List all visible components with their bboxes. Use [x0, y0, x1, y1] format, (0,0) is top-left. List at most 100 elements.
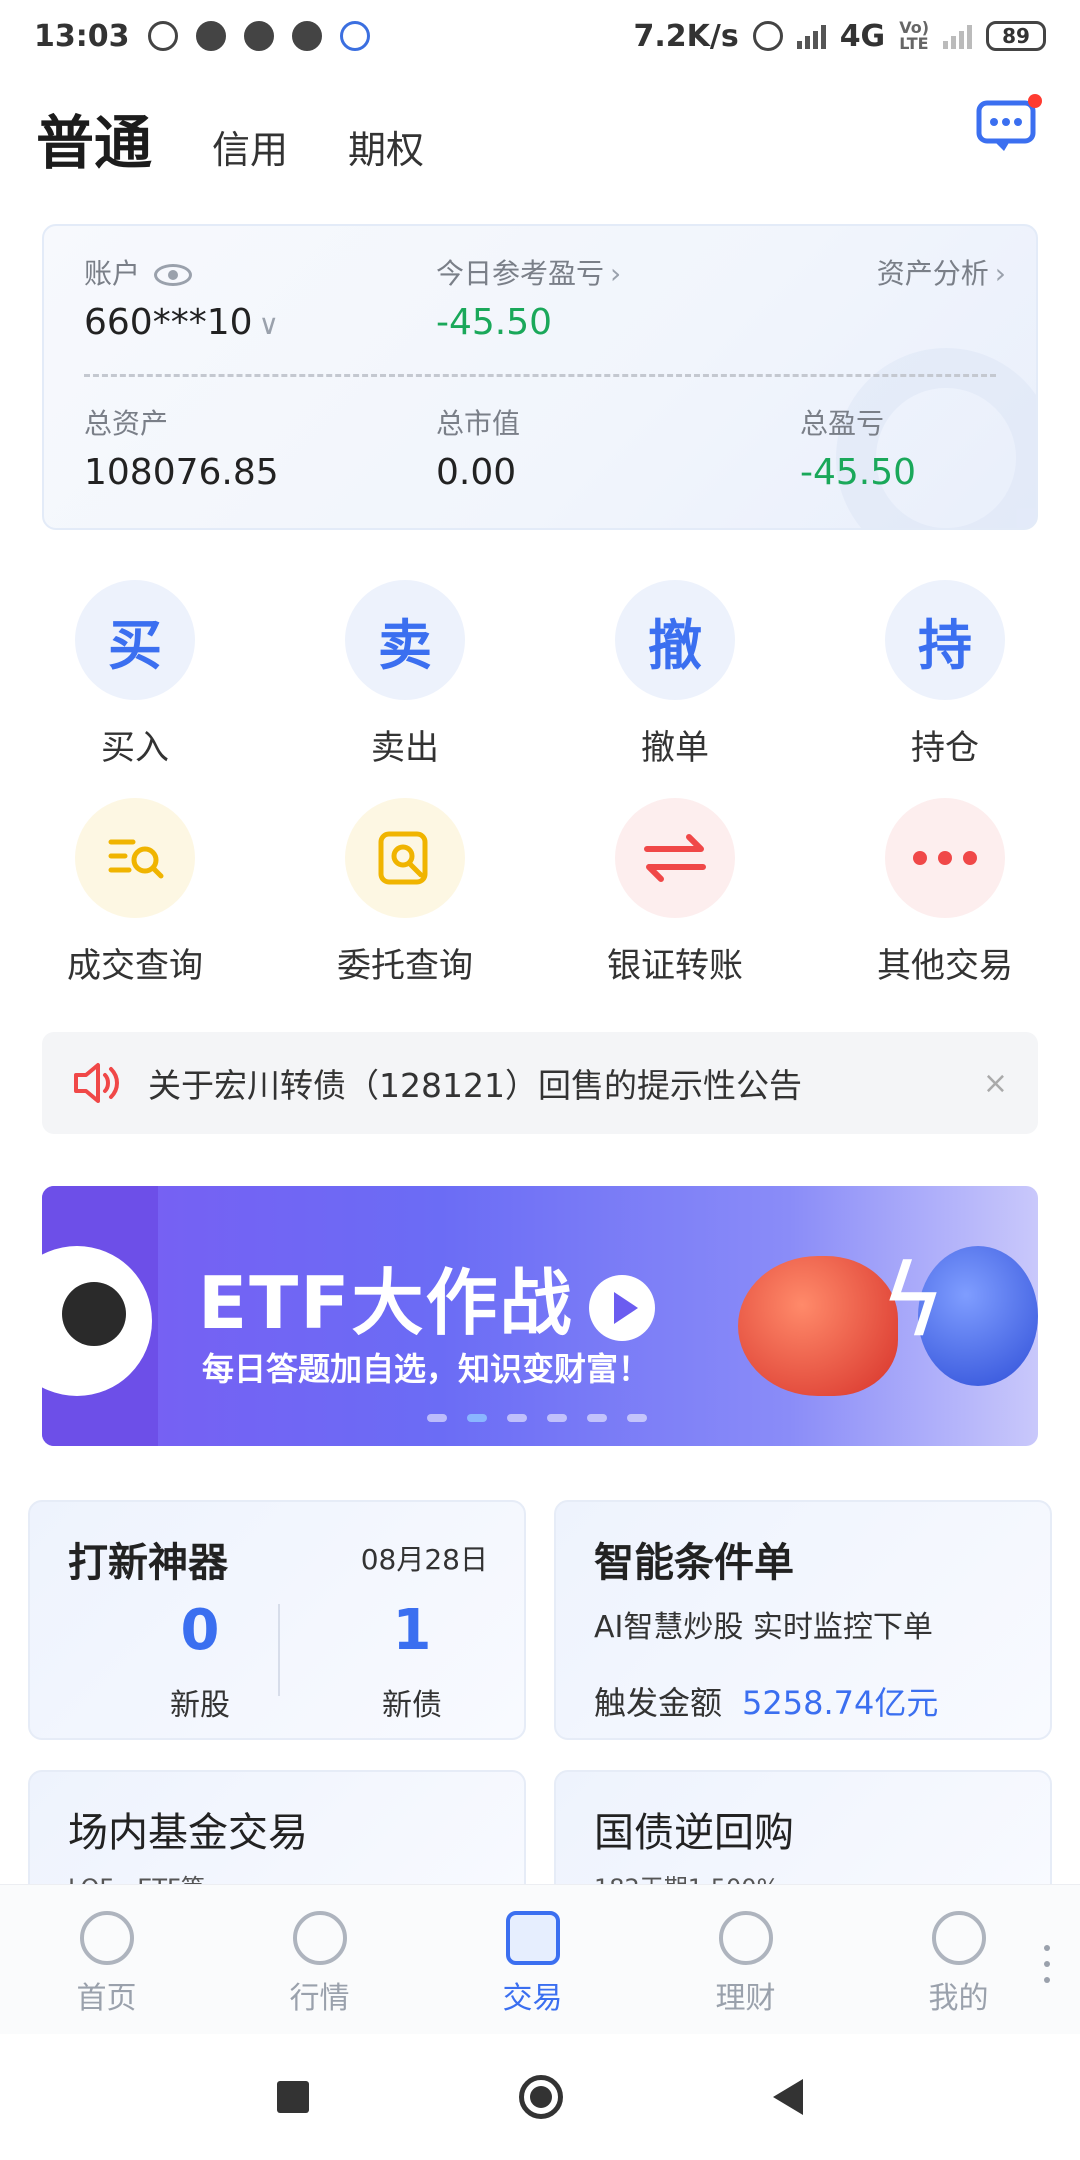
market-value-label: 总市值 — [436, 407, 521, 440]
cancel-label: 撤单 — [641, 728, 709, 768]
signal-icon — [796, 23, 826, 49]
today-pnl[interactable]: 今日参考盈亏 › -45.50 — [436, 252, 621, 343]
speaker-icon — [74, 1063, 119, 1103]
today-pnl-value: -45.50 — [436, 302, 553, 343]
banner-subtitle: 每日答题加自选，知识变财富！ — [202, 1350, 651, 1388]
chevron-right-icon-2: › — [994, 257, 1006, 290]
other-trades-button[interactable]: 其他交易 — [810, 798, 1080, 1016]
nav-market-label: 行情 — [289, 1981, 350, 2016]
recents-icon[interactable] — [277, 2081, 309, 2113]
banner-title: ETF大作战 — [198, 1244, 656, 1349]
leaf-icon — [291, 21, 322, 51]
trigger-label: 触发金额 — [594, 1684, 723, 1722]
announcement-bar[interactable]: 关于宏川转债（128121）回售的提示性公告 × — [42, 1032, 1038, 1134]
divider — [278, 1604, 280, 1696]
other-trades-label: 其他交易 — [877, 946, 1013, 986]
signal-icon-2 — [943, 23, 972, 49]
new-bonds-label: 新债 — [382, 1688, 442, 1723]
compass-icon — [292, 1911, 347, 1965]
chevron-right-icon: › — [610, 257, 622, 290]
lightning-icon: ϟ — [880, 1242, 946, 1359]
close-icon[interactable]: × — [983, 1066, 1008, 1101]
home-icon[interactable] — [519, 2075, 563, 2119]
smart-order-card[interactable]: 智能条件单 AI智慧炒股 实时监控下单 触发金额 5258.74亿元 — [554, 1500, 1052, 1740]
sell-button[interactable]: 卖 卖出 — [270, 580, 540, 798]
smart-order-title: 智能条件单 — [594, 1540, 794, 1586]
asset-analysis-link[interactable]: 资产分析 › — [877, 252, 1006, 292]
carousel-dot[interactable] — [627, 1414, 647, 1422]
total-pnl-value: -45.50 — [800, 452, 917, 493]
nav-home[interactable]: 首页 — [0, 1885, 213, 2034]
trigger-value: 5258.74亿元 — [742, 1684, 939, 1722]
nav-trade-label: 交易 — [502, 1981, 563, 2016]
promo-banner[interactable]: ETF大作战 每日答题加自选，知识变财富！ ϟ — [42, 1186, 1038, 1446]
tab-options[interactable]: 期权 — [348, 119, 424, 180]
account-selector[interactable]: 账户 660***10 ∨ — [84, 252, 279, 343]
eye-icon[interactable] — [154, 264, 193, 286]
nav-home-label: 首页 — [76, 1981, 137, 2016]
message-button[interactable] — [976, 94, 1042, 154]
net-speed: 7.2K/s — [633, 18, 739, 54]
back-icon[interactable] — [773, 2079, 803, 2115]
transfer-arrows-icon — [615, 798, 735, 918]
unread-dot — [1028, 94, 1042, 108]
nav-mine[interactable]: 我的 — [852, 1885, 1065, 2034]
buy-button[interactable]: 买 买入 — [0, 580, 270, 798]
orders-query-button[interactable]: 委托查询 — [270, 798, 540, 1016]
bank-transfer-button[interactable]: 银证转账 — [540, 798, 810, 1016]
carousel-dot-active[interactable] — [467, 1414, 487, 1422]
carousel-dot[interactable] — [507, 1414, 527, 1422]
list-search-icon — [75, 798, 195, 918]
hold-label: 持仓 — [911, 728, 979, 768]
network-type: 4G — [839, 18, 886, 54]
account-label: 账户 — [84, 257, 141, 290]
diamond-icon — [718, 1911, 773, 1965]
quick-actions: 买 买入 卖 卖出 撤 撤单 持 持仓 成交查询 委托查询 银证转账 其他交易 — [0, 580, 1080, 1016]
account-summary-card: 账户 660***10 ∨ 今日参考盈亏 › -45.50 资产分析 › 总资产 10… — [42, 224, 1038, 530]
cancel-order-button[interactable]: 撤 撤单 — [540, 580, 810, 798]
deals-query-button[interactable]: 成交查询 — [0, 798, 270, 1016]
nav-wealth[interactable]: 理财 — [639, 1885, 852, 2034]
asset-analysis-label: 资产分析 — [876, 257, 989, 290]
buy-icon: 买 — [75, 580, 195, 700]
nav-market[interactable]: 行情 — [213, 1885, 426, 2034]
wrench-icon — [195, 21, 226, 51]
volte-icon: Vo) LTE — [899, 18, 929, 53]
user-icon — [931, 1911, 986, 1965]
sell-label: 卖出 — [371, 728, 439, 768]
home-logo-icon — [79, 1911, 134, 1965]
more-vertical-icon[interactable] — [1044, 1945, 1050, 1993]
ipo-card[interactable]: 打新神器 08月28日 0 新股 1 新债 — [28, 1500, 526, 1740]
carousel-indicator — [427, 1414, 647, 1422]
hold-icon: 持 — [885, 580, 1005, 700]
total-assets-value: 108076.85 — [84, 452, 279, 493]
robot-mascot-icon — [42, 1246, 152, 1396]
nav-wealth-label: 理财 — [715, 1981, 776, 2016]
more-dots-icon — [885, 798, 1005, 918]
new-stocks-label: 新股 — [170, 1688, 230, 1723]
total-assets-label: 总资产 — [84, 407, 169, 440]
total-pnl-label: 总盈亏 — [800, 407, 885, 440]
alarm-icon — [147, 21, 178, 51]
tab-credit[interactable]: 信用 — [212, 119, 288, 180]
app-logo-icon — [339, 21, 370, 51]
fund-trading-title: 场内基金交易 — [68, 1810, 308, 1856]
bottom-navigation: 首页 行情 交易 理财 我的 — [0, 1884, 1080, 2034]
chevron-down-icon: ∨ — [258, 308, 280, 341]
carousel-dot[interactable] — [427, 1414, 447, 1422]
status-time: 13:03 — [34, 18, 130, 54]
smart-order-subtitle: AI智慧炒股 实时监控下单 — [594, 1610, 933, 1645]
doc-search-icon — [345, 798, 465, 918]
tab-normal[interactable]: 普通 — [36, 96, 152, 180]
market-value-value: 0.00 — [436, 452, 517, 493]
positions-button[interactable]: 持 持仓 — [810, 580, 1080, 798]
divider — [84, 374, 996, 377]
bank-transfer-label: 银证转账 — [607, 946, 743, 986]
nav-trade[interactable]: 交易 — [426, 1885, 639, 2034]
orders-query-label: 委托查询 — [337, 946, 473, 986]
buy-label: 买入 — [101, 728, 169, 768]
carousel-dot[interactable] — [587, 1414, 607, 1422]
account-type-tabs: 普通 信用 期权 — [36, 96, 424, 180]
carousel-dot[interactable] — [547, 1414, 567, 1422]
trigger-amount: 触发金额 5258.74亿元 — [594, 1678, 938, 1724]
